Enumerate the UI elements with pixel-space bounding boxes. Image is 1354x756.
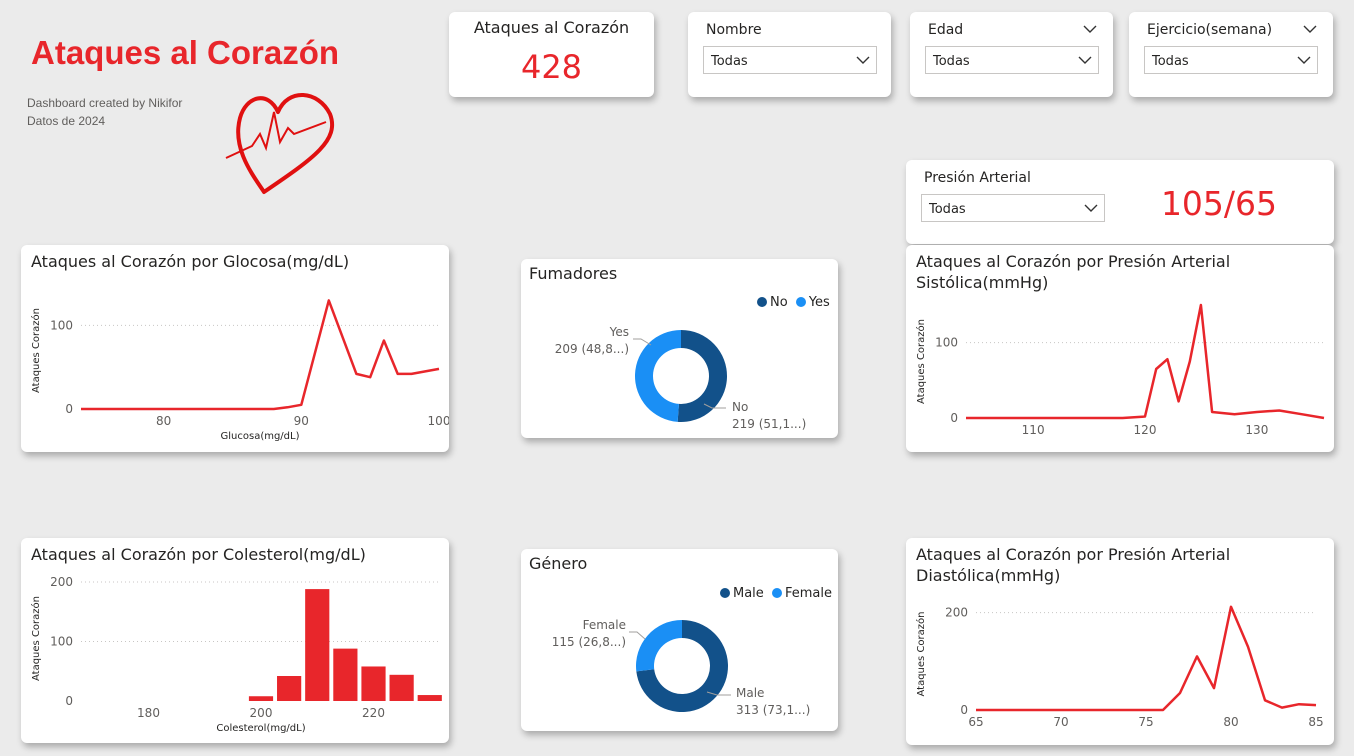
kpi-attacks-card: Ataques al Corazón 428 [449,12,654,97]
x-tick-label: 85 [1308,715,1323,729]
y-tick-label: 100 [50,634,73,648]
pressure-card: Presión Arterial Todas 105/65 [906,160,1334,244]
y-axis-title: Ataques Corazón [915,319,927,404]
kpi-attacks-label: Ataques al Corazón [473,18,630,37]
y-tick-label: 0 [65,402,73,416]
slicer-presion-dropdown[interactable]: Todas [921,194,1105,222]
chart-svg: No 219 (51,1...) Yes 209 (48,8...) [555,325,807,431]
slicer-edad-dropdown[interactable]: Todas [925,46,1099,74]
slicer-edad-value: Todas [933,54,970,69]
slicer-ejercicio-value: Todas [1152,54,1189,69]
data-label-value: 115 (26,8...) [552,635,626,649]
bar [305,589,330,701]
slicer-ejercicio-card: Ejercicio(semana) Todas [1129,12,1333,97]
y-tick-label: 0 [65,694,73,708]
heart-logo-icon [225,93,334,194]
chevron-down-icon [1297,56,1311,64]
slicer-ejercicio-label: Ejercicio(semana) [1147,22,1273,38]
year-text: Datos de 2024 [27,114,106,128]
y-axis-title: Ataques Corazón [30,308,42,393]
x-tick-label: 80 [1223,715,1238,729]
chart-fumadores-card: Fumadores No Yes No 219 (51,1...) Yes 209 (… [521,259,838,438]
leader-line [629,631,646,640]
slicer-nombre-dropdown[interactable]: Todas [703,46,877,74]
collapse-chevron-icon[interactable] [1083,25,1097,34]
x-tick-label: 80 [156,414,171,428]
x-tick-label: 200 [250,706,273,720]
chart-genero-card: Género Male Female Male 313 (73,1...) Fema… [521,549,838,731]
slicer-nombre-value: Todas [711,54,748,69]
x-tick-label: 90 [294,414,309,428]
y-axis-title: Ataques Corazón [30,596,42,681]
slicer-ejercicio-dropdown[interactable]: Todas [1144,46,1318,74]
chart-svg: 0 100 80 90 100 Ataques Corazón Glucosa(mg/dL) [30,299,449,442]
dashboard-title: Ataques al Corazón [31,34,340,71]
x-tick-label: 180 [137,706,160,720]
chart-colesterol-card: Ataques al Corazón por Colesterol(mg/dL)… [21,538,449,743]
x-tick-label: 65 [968,715,983,729]
bar [248,696,274,701]
chevron-down-icon [856,56,870,64]
x-axis-title: Glucosa(mg/dL) [221,431,300,442]
chart-diastolica-card: Ataques al Corazón por Presión Arterial … [906,538,1334,745]
data-label-value: 219 (51,1...) [732,417,806,431]
bar [277,676,302,701]
y-tick-label: 200 [50,575,73,589]
chart-svg: 0 200 65 70 75 80 85 Ataques Corazón [915,605,1324,729]
y-tick-label: 0 [950,411,958,425]
pie-slice [636,620,682,672]
series-line [81,299,440,411]
bar [389,674,414,701]
x-tick-label: 75 [1138,715,1153,729]
series-line [976,605,1317,712]
data-label-category: Male [736,686,764,700]
slicer-edad-card: Edad Todas [910,12,1113,97]
y-tick-label: 100 [50,318,73,332]
y-tick-label: 0 [960,703,968,717]
data-label-category: Yes [609,325,629,339]
slicer-nombre-card: Nombre Todas [688,12,891,97]
credit-text: Dashboard created by Nikifor [27,96,183,110]
pie-slice [635,330,681,422]
x-tick-label: 130 [1245,423,1268,437]
bar [361,666,386,701]
x-tick-label: 220 [362,706,385,720]
chevron-down-icon [1084,204,1098,212]
x-axis-title: Colesterol(mg/dL) [216,723,305,734]
x-tick-label: 120 [1134,423,1157,437]
x-tick-label: 70 [1053,715,1068,729]
chart-svg: 0 100 110 120 130 Ataques Corazón [915,303,1325,437]
y-axis-title: Ataques Corazón [915,612,927,697]
data-label-value: 313 (73,1...) [736,703,810,717]
kpi-attacks-value: 428 [520,48,583,86]
chart-svg: Male 313 (73,1...) Female 115 (26,8...) [552,618,811,717]
bar [417,695,442,701]
data-label-category: Female [583,618,626,632]
chart-svg: 0 100 200 180 200 220 Ataques Corazón Colestero… [30,575,442,734]
collapse-chevron-icon[interactable] [1303,25,1317,34]
slicer-presion-value: Todas [929,202,966,217]
chart-sistolica-card: Ataques al Corazón por Presión Arterial … [906,245,1334,452]
x-tick-label: 110 [1022,423,1045,437]
kpi-pressure-value: 105/65 [1160,184,1278,223]
data-label-category: No [732,400,748,414]
y-tick-label: 200 [945,606,968,620]
slicer-presion-label: Presión Arterial [924,170,1031,186]
bar [333,648,358,701]
slicer-nombre-label: Nombre [706,22,762,38]
series-line [966,303,1325,420]
data-label-value: 209 (48,8...) [555,342,629,356]
chart-glucosa-card: Ataques al Corazón por Glocosa(mg/dL) 01… [21,245,449,452]
x-tick-label: 100 [428,414,449,428]
chevron-down-icon [1078,56,1092,64]
y-tick-label: 100 [935,336,958,350]
slicer-edad-label: Edad [928,22,964,38]
